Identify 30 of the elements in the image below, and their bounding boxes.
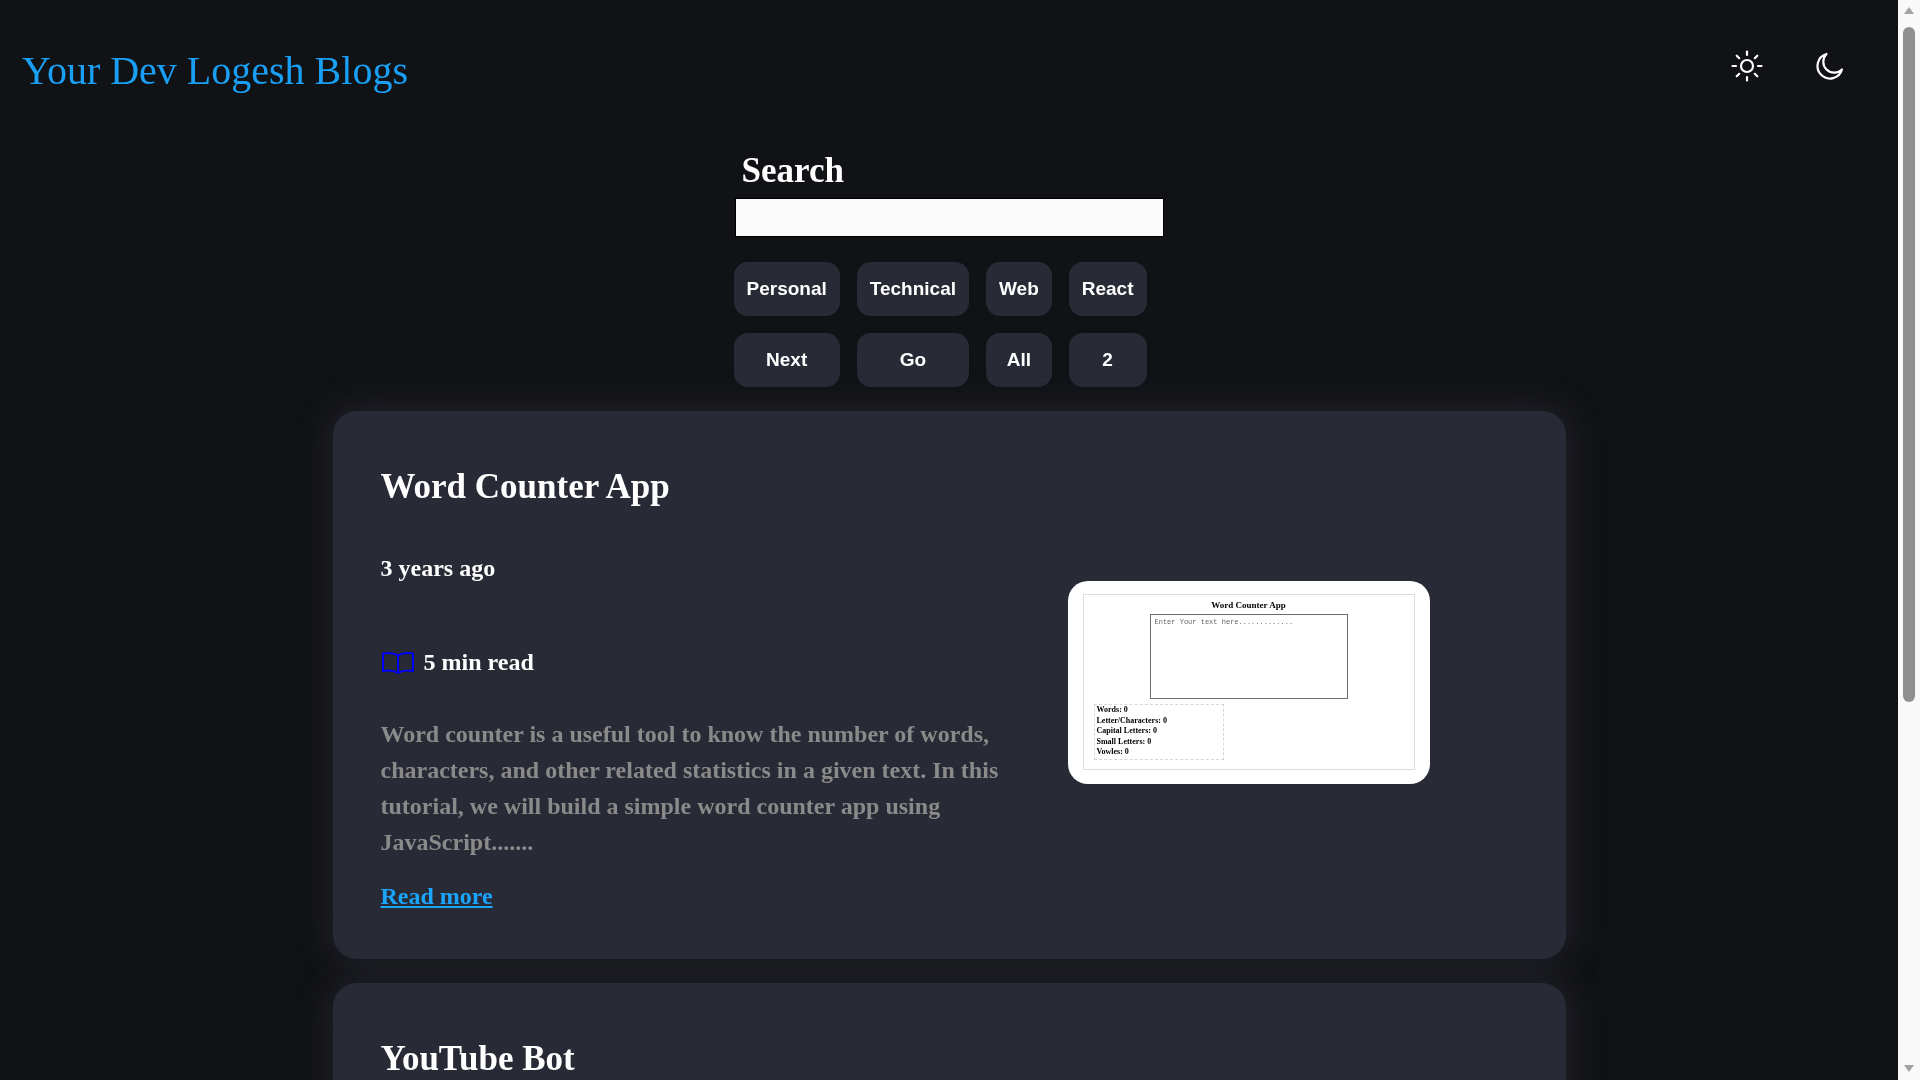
sun-icon[interactable] — [1731, 50, 1763, 82]
stat-label: Words: 0 — [1096, 705, 1129, 716]
scrollbar-track[interactable] — [1898, 0, 1920, 1080]
post-excerpt: Word counter is a useful tool to know the number of words, characters, and other related statistics in a given text. In this tutorial, we will build a simple word counter app using JavaScript....... — [380, 720, 1000, 857]
app-title: Word Counter App — [1211, 600, 1286, 610]
category-button[interactable]: React — [1068, 262, 1147, 316]
site-logo[interactable]: Your Dev Logesh Blogs — [22, 48, 408, 94]
pagination-button[interactable]: All — [986, 333, 1052, 387]
moon-icon[interactable] — [1814, 50, 1846, 82]
post-date: 3 years ago — [380, 556, 496, 580]
post-title: Word Counter App — [380, 469, 670, 504]
read-more-link[interactable]: Read more — [380, 884, 493, 908]
pagination-button[interactable]: Go — [856, 333, 969, 387]
stat-label: Letter/Characters: 0 — [1096, 715, 1168, 726]
post-title: YouTube Bot — [380, 1041, 575, 1076]
stat-label: Capital Letters: 0 — [1096, 726, 1158, 737]
category-button[interactable]: Technical — [856, 262, 969, 316]
read-time: 5 min read — [423, 650, 534, 674]
scroll-up-icon[interactable] — [1904, 7, 1914, 14]
scroll-down-icon[interactable] — [1904, 1065, 1914, 1072]
book-icon — [380, 650, 415, 674]
scrollbar-thumb[interactable] — [1903, 27, 1915, 702]
search-heading: Search — [741, 153, 845, 188]
category-button[interactable]: Web — [986, 262, 1052, 316]
stat-label: Small Letters: 0 — [1096, 736, 1153, 747]
category-button[interactable]: Personal — [733, 262, 840, 316]
pagination-button[interactable]: Next — [733, 333, 840, 387]
pagination-button[interactable]: 2 — [1068, 333, 1147, 387]
stat-label: Vowles: 0 — [1096, 747, 1130, 758]
search-field[interactable] — [734, 198, 1164, 237]
